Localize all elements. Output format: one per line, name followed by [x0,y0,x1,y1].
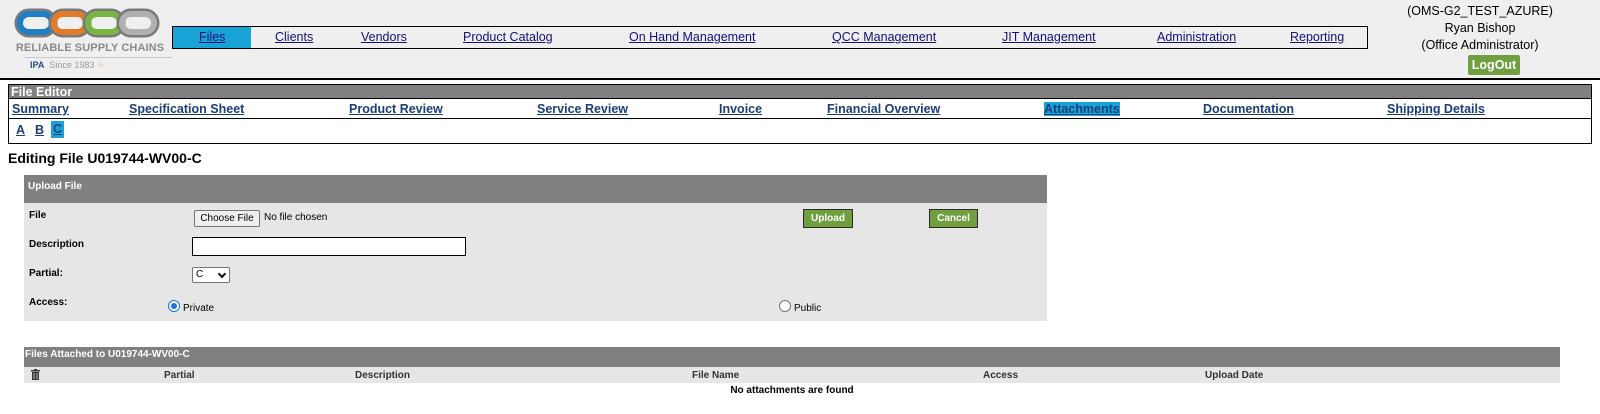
column-description[interactable]: Description [355,370,410,381]
access-public-label: Public [794,303,822,314]
nav-administration[interactable]: Administration [1157,30,1236,44]
empty-state-text: No attachments are found [730,385,854,396]
nav-reporting[interactable]: Reporting [1290,30,1344,44]
nav-vendors[interactable]: Vendors [361,30,407,44]
dots-icon: ⁘ [96,60,105,70]
choose-file-button[interactable]: Choose File [194,210,260,227]
nav-on-hand-management[interactable]: On Hand Management [629,30,755,44]
partial-select-value: C [196,269,204,280]
chevron-down-icon [217,269,227,279]
trash-icon[interactable] [31,369,40,380]
tab-shipping-details[interactable]: Shipping Details [1387,102,1485,116]
file-editor-title: File Editor [9,85,1591,99]
page-title: Editing File U019744-WV00-C [8,150,202,166]
partial-tab-b[interactable]: B [35,123,44,137]
partial-tab-a[interactable]: A [16,123,25,137]
description-input[interactable] [192,237,466,256]
header-divider [0,78,1600,80]
chain-links-icon [14,8,160,38]
upload-form: Upload File File Choose File No file cho… [24,175,1047,321]
access-public-radio[interactable] [779,300,791,312]
logo-name: RELIABLE SUPPLY CHAINS [15,42,165,54]
user-role: (Office Administrator) [1421,38,1539,52]
upload-button[interactable]: Upload [803,209,853,228]
tab-product-review[interactable]: Product Review [349,102,443,116]
nav-clients[interactable]: Clients [275,30,313,44]
upload-heading: Upload File [24,175,1047,203]
access-private-label: Private [183,303,215,314]
file-editor-tabs: Summary Specification Sheet Product Revi… [9,99,1591,119]
tab-attachments[interactable]: Attachments [1044,102,1120,116]
access-private-radio[interactable] [168,300,180,312]
cancel-button[interactable]: Cancel [929,209,978,228]
attachments-heading: Files Attached to U019744-WV00-C [24,347,1560,367]
partial-tab-c[interactable]: C [51,121,65,138]
user-info: (OMS-G2_TEST_AZURE) Ryan Bishop (Office … [1380,3,1580,54]
nav-files[interactable]: Files [173,27,252,48]
nav-product-catalog[interactable]: Product Catalog [463,30,553,44]
since-text: Since 1983 [49,60,95,70]
main-nav: Files Clients Vendors Product Catalog On… [172,26,1368,49]
nav-qcc-management[interactable]: QCC Management [832,30,936,44]
tab-financial-overview[interactable]: Financial Overview [827,102,940,116]
logo-divider [24,57,172,58]
file-editor-panel: File Editor Summary Specification Sheet … [8,84,1592,144]
file-label: File [29,210,47,221]
partner-mark: IPA [30,60,45,70]
column-upload-date[interactable]: Upload Date [1205,370,1263,381]
attachments-table-header: Partial Description File Name Access Upl… [24,367,1560,383]
partial-select[interactable]: C [192,267,230,283]
tab-summary[interactable]: Summary [12,102,69,116]
tab-documentation[interactable]: Documentation [1203,102,1294,116]
access-label: Access: [29,297,68,308]
company-logo[interactable]: RELIABLE SUPPLY CHAINS IPA Since 1983 ⁘ [12,4,172,72]
column-partial[interactable]: Partial [164,370,195,381]
logout-button[interactable]: LogOut [1468,55,1520,75]
nav-jit-management[interactable]: JIT Management [1002,30,1096,44]
column-file-name[interactable]: File Name [692,370,739,381]
user-name: Ryan Bishop [1444,21,1516,35]
tab-invoice[interactable]: Invoice [719,102,762,116]
tab-service-review[interactable]: Service Review [537,102,628,116]
no-file-text: No file chosen [264,212,328,223]
partial-label: Partial: [29,268,63,279]
column-access[interactable]: Access [983,370,1018,381]
partial-tabs: A B C [9,119,1591,141]
description-label: Description [29,239,85,250]
logo-tagline: IPA Since 1983 ⁘ [30,60,104,71]
app-header: RELIABLE SUPPLY CHAINS IPA Since 1983 ⁘ … [0,0,1600,78]
tab-specification-sheet[interactable]: Specification Sheet [129,102,244,116]
environment-name: (OMS-G2_TEST_AZURE) [1407,4,1553,18]
